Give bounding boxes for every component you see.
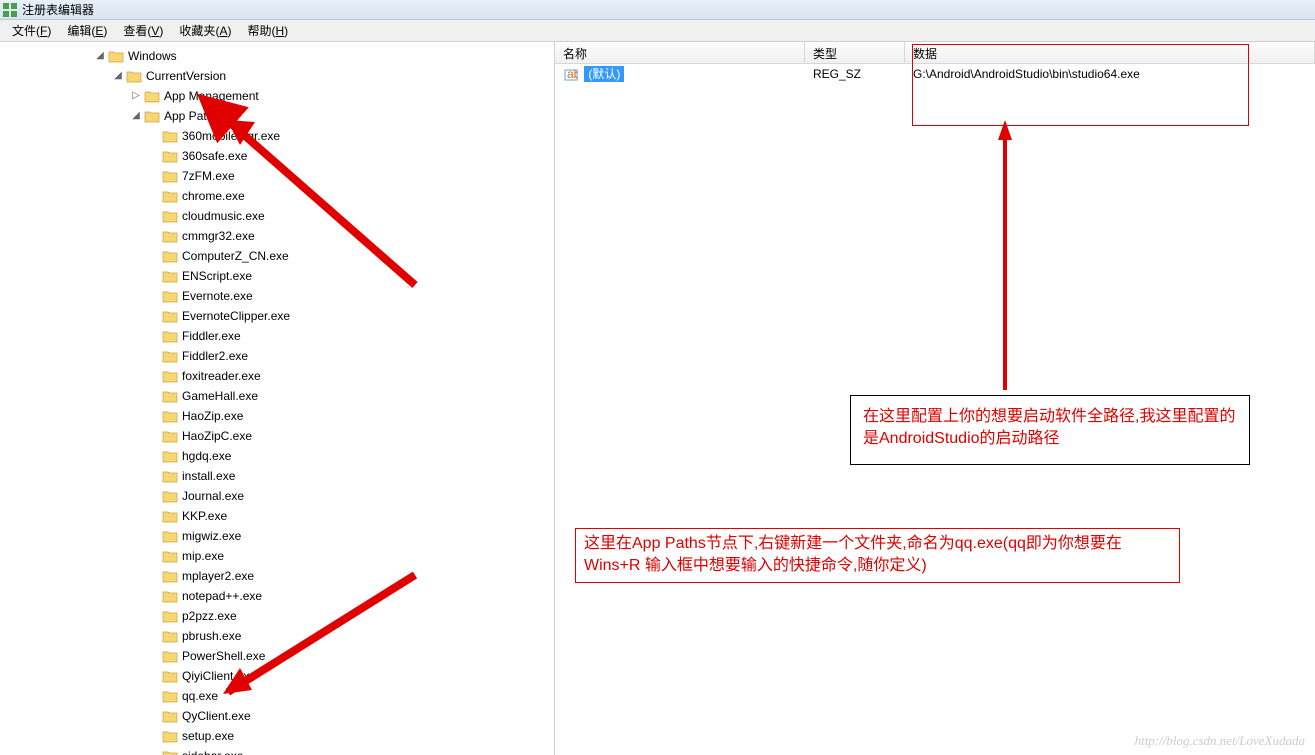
folder-icon	[162, 469, 178, 483]
tree-leaf[interactable]: HaoZipC.exe	[0, 426, 554, 446]
tree-leaf[interactable]: sidebar.exe	[0, 746, 554, 755]
menu-edit[interactable]: 编辑(E)	[59, 20, 115, 41]
folder-icon	[108, 49, 124, 63]
tree-leaf[interactable]: cloudmusic.exe	[0, 206, 554, 226]
value-data-cell: G:\Android\AndroidStudio\bin\studio64.ex…	[905, 66, 1315, 82]
folder-icon	[162, 229, 178, 243]
watermark: http://blog.csdn.net/LoveXudada	[1135, 733, 1305, 749]
collapse-icon[interactable]: ◢	[94, 50, 106, 62]
folder-icon	[162, 389, 178, 403]
folder-icon	[162, 349, 178, 363]
list-header: 名称 类型 数据	[555, 42, 1315, 64]
menu-view[interactable]: 查看(V)	[115, 20, 171, 41]
tree-leaf[interactable]: hgdq.exe	[0, 446, 554, 466]
folder-icon	[162, 289, 178, 303]
tree-leaf[interactable]: p2pzz.exe	[0, 606, 554, 626]
folder-icon	[162, 569, 178, 583]
tree-leaf[interactable]: mplayer2.exe	[0, 566, 554, 586]
menu-bar: 文件(F) 编辑(E) 查看(V) 收藏夹(A) 帮助(H)	[0, 20, 1315, 42]
tree-leaf[interactable]: Fiddler.exe	[0, 326, 554, 346]
folder-icon	[162, 429, 178, 443]
list-row[interactable]: ab (默认) REG_SZ G:\Android\AndroidStudio\…	[555, 64, 1315, 84]
tree-leaf[interactable]: mip.exe	[0, 546, 554, 566]
folder-icon	[162, 689, 178, 703]
tree-leaf[interactable]: Fiddler2.exe	[0, 346, 554, 366]
folder-icon	[162, 629, 178, 643]
folder-icon	[162, 649, 178, 663]
folder-icon	[144, 109, 160, 123]
column-header-name[interactable]: 名称	[555, 42, 805, 63]
tree-leaf[interactable]: foxitreader.exe	[0, 366, 554, 386]
tree-panel[interactable]: ◢ Windows ◢ CurrentVersion ▷ App Managem…	[0, 42, 555, 755]
tree-leaf[interactable]: chrome.exe	[0, 186, 554, 206]
folder-icon	[126, 69, 142, 83]
tree-node-currentversion[interactable]: ◢ CurrentVersion	[0, 66, 554, 86]
expand-icon[interactable]: ▷	[130, 90, 142, 102]
collapse-icon[interactable]: ◢	[112, 70, 124, 82]
tree-node-windows[interactable]: ◢ Windows	[0, 46, 554, 66]
folder-icon	[162, 529, 178, 543]
folder-icon	[162, 449, 178, 463]
tree-leaf[interactable]: Journal.exe	[0, 486, 554, 506]
tree-leaf[interactable]: cmmgr32.exe	[0, 226, 554, 246]
folder-icon	[162, 409, 178, 423]
tree-leaf[interactable]: PowerShell.exe	[0, 646, 554, 666]
folder-icon	[162, 189, 178, 203]
folder-icon	[162, 209, 178, 223]
tree-leaf[interactable]: qq.exe	[0, 686, 554, 706]
tree-leaf[interactable]: HaoZip.exe	[0, 406, 554, 426]
title-bar: 注册表编辑器	[0, 0, 1315, 20]
string-value-icon: ab	[563, 67, 579, 83]
tree-leaf[interactable]: ComputerZ_CN.exe	[0, 246, 554, 266]
tree-leaf[interactable]: migwiz.exe	[0, 526, 554, 546]
tree-leaf[interactable]: notepad++.exe	[0, 586, 554, 606]
folder-icon	[162, 149, 178, 163]
folder-icon	[162, 709, 178, 723]
tree-leaf[interactable]: KKP.exe	[0, 506, 554, 526]
svg-text:ab: ab	[567, 68, 578, 81]
tree-leaf[interactable]: Evernote.exe	[0, 286, 554, 306]
tree-leaf[interactable]: 360mobilemgr.exe	[0, 126, 554, 146]
tree-leaf[interactable]: setup.exe	[0, 726, 554, 746]
folder-icon	[162, 249, 178, 263]
tree-node-app-paths[interactable]: ◢ App Paths	[0, 106, 554, 126]
tree-leaf[interactable]: GameHall.exe	[0, 386, 554, 406]
folder-icon	[162, 549, 178, 563]
column-header-data[interactable]: 数据	[905, 42, 1315, 63]
window-title: 注册表编辑器	[22, 1, 94, 18]
folder-icon	[162, 329, 178, 343]
tree-node-app-management[interactable]: ▷ App Management	[0, 86, 554, 106]
folder-icon	[144, 89, 160, 103]
tree-leaf[interactable]: 7zFM.exe	[0, 166, 554, 186]
collapse-icon[interactable]: ◢	[130, 110, 142, 122]
column-header-type[interactable]: 类型	[805, 42, 905, 63]
folder-icon	[162, 369, 178, 383]
tree-leaf[interactable]: QyClient.exe	[0, 706, 554, 726]
value-name-cell: ab (默认)	[555, 64, 805, 84]
folder-icon	[162, 129, 178, 143]
value-type-cell: REG_SZ	[805, 66, 905, 82]
menu-favorites[interactable]: 收藏夹(A)	[171, 20, 239, 41]
folder-icon	[162, 169, 178, 183]
folder-icon	[162, 669, 178, 683]
folder-icon	[162, 729, 178, 743]
tree-leaf[interactable]: install.exe	[0, 466, 554, 486]
tree-leaf[interactable]: 360safe.exe	[0, 146, 554, 166]
folder-icon	[162, 749, 178, 755]
folder-icon	[162, 489, 178, 503]
menu-file[interactable]: 文件(F)	[4, 20, 59, 41]
main-area: ◢ Windows ◢ CurrentVersion ▷ App Managem…	[0, 42, 1315, 755]
folder-icon	[162, 509, 178, 523]
tree-leaf[interactable]: ENScript.exe	[0, 266, 554, 286]
folder-icon	[162, 269, 178, 283]
menu-help[interactable]: 帮助(H)	[239, 20, 296, 41]
folder-icon	[162, 609, 178, 623]
app-icon	[2, 2, 18, 18]
tree-leaf[interactable]: QiyiClient.exe	[0, 666, 554, 686]
folder-icon	[162, 589, 178, 603]
tree-leaf[interactable]: pbrush.exe	[0, 626, 554, 646]
folder-icon	[162, 309, 178, 323]
list-panel: 名称 类型 数据 ab (默认) REG_SZ G:\Android\Andro…	[555, 42, 1315, 755]
tree-leaf[interactable]: EvernoteClipper.exe	[0, 306, 554, 326]
